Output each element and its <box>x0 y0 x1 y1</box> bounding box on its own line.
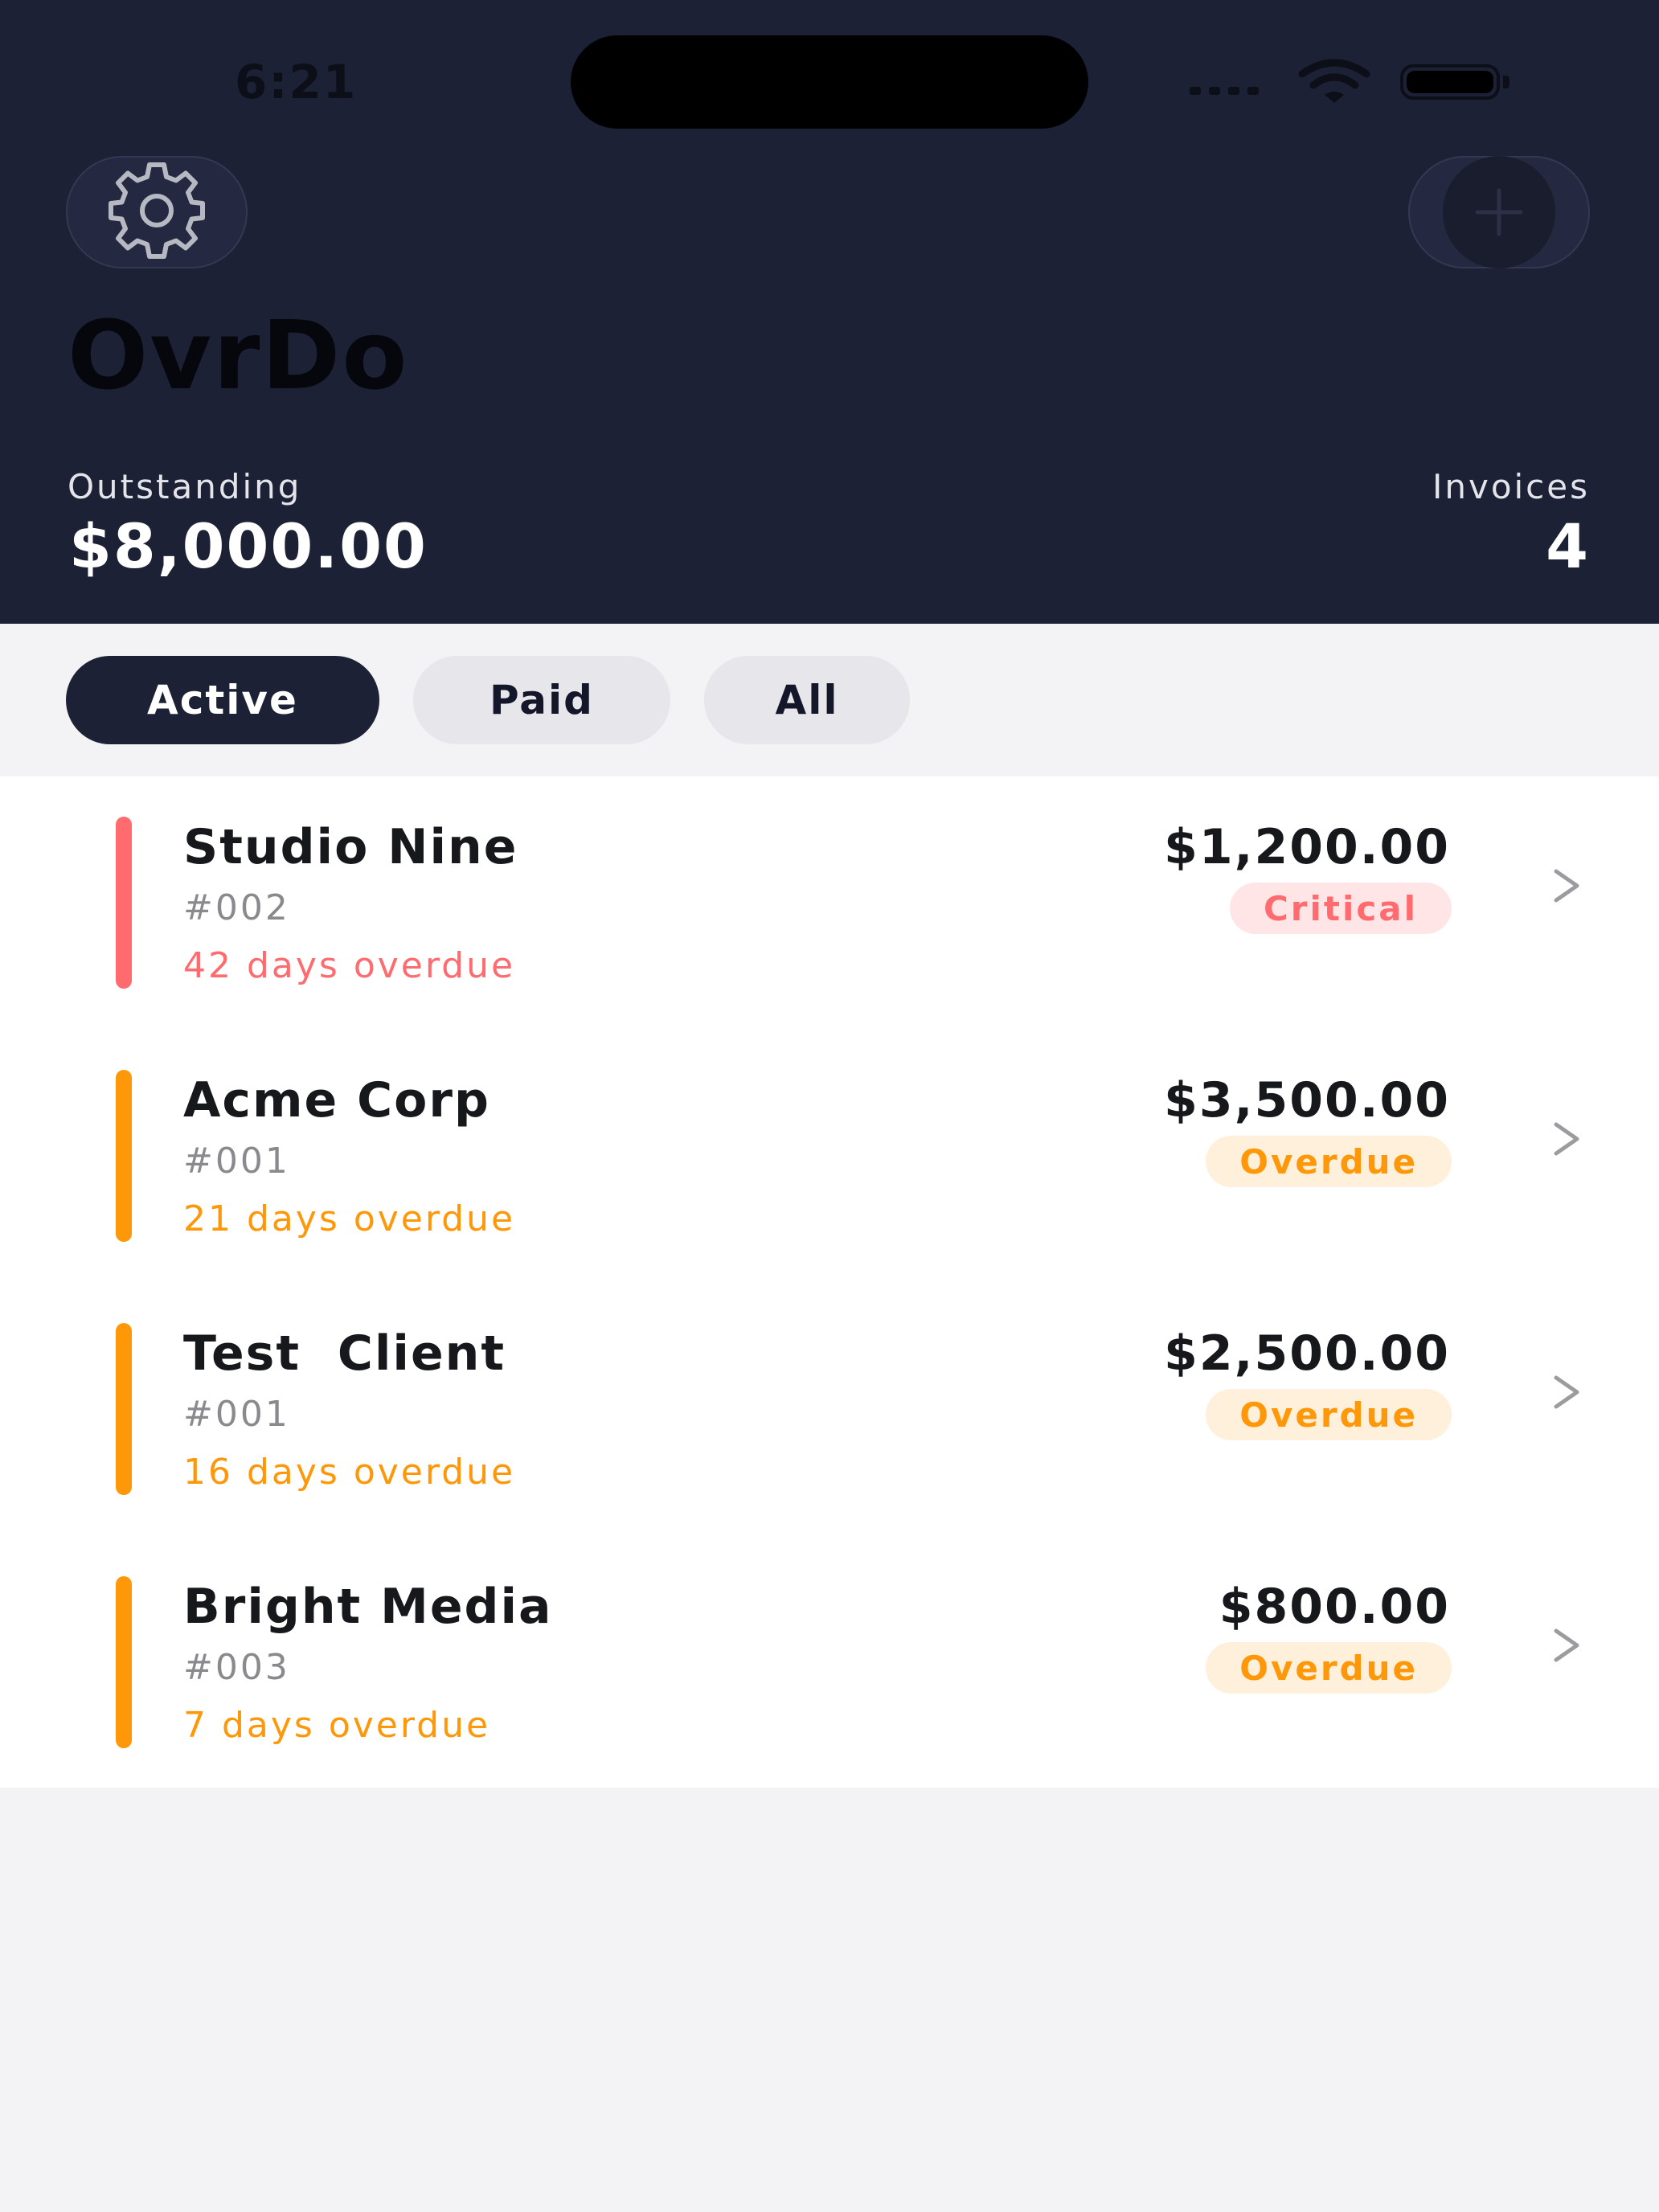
overdue-text: 16 days overdue <box>183 1452 516 1493</box>
status-bar-indicator <box>116 817 132 989</box>
filter-tabs: Active Paid All <box>66 656 910 744</box>
invoice-list: Studio Nine #002 42 days overdue $1,200.… <box>0 776 1659 1788</box>
invoice-row[interactable]: Test Client #001 16 days overdue $2,500.… <box>0 1283 1659 1535</box>
invoice-number: #003 <box>183 1647 290 1688</box>
add-invoice-button[interactable] <box>1408 156 1590 268</box>
status-badge: Overdue <box>1206 1136 1452 1187</box>
invoice-row[interactable]: Studio Nine #002 42 days overdue $1,200.… <box>0 776 1659 1029</box>
status-time: 6:21 <box>235 55 358 109</box>
status-bar-indicator <box>116 1323 132 1495</box>
cellular-signal-icon <box>1190 87 1259 95</box>
header: 6:21 OvrDo Outstanding $8,000.00 Invoice… <box>0 0 1659 624</box>
client-name: Test Client <box>183 1325 506 1382</box>
status-badge: Overdue <box>1206 1642 1452 1694</box>
tab-all[interactable]: All <box>704 656 910 744</box>
status-bar-indicator <box>116 1070 132 1242</box>
dynamic-island <box>571 35 1088 129</box>
battery-cap <box>1503 76 1509 88</box>
invoice-amount: $3,500.00 <box>1164 1072 1450 1129</box>
client-name: Bright Media <box>183 1579 553 1635</box>
status-badge: Overdue <box>1206 1389 1452 1440</box>
chevron-right-icon <box>1551 1621 1583 1669</box>
chevron-right-icon <box>1551 1115 1583 1163</box>
overdue-text: 42 days overdue <box>183 945 516 986</box>
overdue-text: 7 days overdue <box>183 1705 491 1746</box>
status-bar-indicator <box>116 1576 132 1748</box>
invoice-amount: $1,200.00 <box>1164 819 1450 875</box>
invoices-count: 4 <box>1546 510 1590 582</box>
wifi-icon <box>1297 58 1371 106</box>
client-name: Acme Corp <box>183 1072 490 1129</box>
plus-icon <box>1443 156 1555 268</box>
outstanding-value: $8,000.00 <box>69 510 428 582</box>
status-badge: Critical <box>1229 883 1452 934</box>
invoices-label: Invoices <box>1432 467 1590 506</box>
outstanding-label: Outstanding <box>68 467 302 506</box>
battery-icon <box>1400 64 1500 100</box>
invoice-amount: $2,500.00 <box>1164 1325 1450 1382</box>
invoice-number: #001 <box>183 1141 290 1182</box>
invoice-row[interactable]: Bright Media #003 7 days overdue $800.00… <box>0 1536 1659 1788</box>
tab-paid[interactable]: Paid <box>413 656 670 744</box>
tab-active[interactable]: Active <box>66 656 379 744</box>
settings-button[interactable] <box>66 156 248 268</box>
invoice-number: #001 <box>183 1394 290 1435</box>
chevron-right-icon <box>1551 862 1583 910</box>
overdue-text: 21 days overdue <box>183 1198 516 1239</box>
invoice-number: #002 <box>183 887 290 928</box>
app-title: OvrDo <box>68 300 409 411</box>
invoice-row[interactable]: Acme Corp #001 21 days overdue $3,500.00… <box>0 1030 1659 1282</box>
chevron-right-icon <box>1551 1368 1583 1416</box>
invoice-amount: $800.00 <box>1219 1579 1450 1635</box>
client-name: Studio Nine <box>183 819 518 875</box>
gear-icon <box>96 150 217 274</box>
